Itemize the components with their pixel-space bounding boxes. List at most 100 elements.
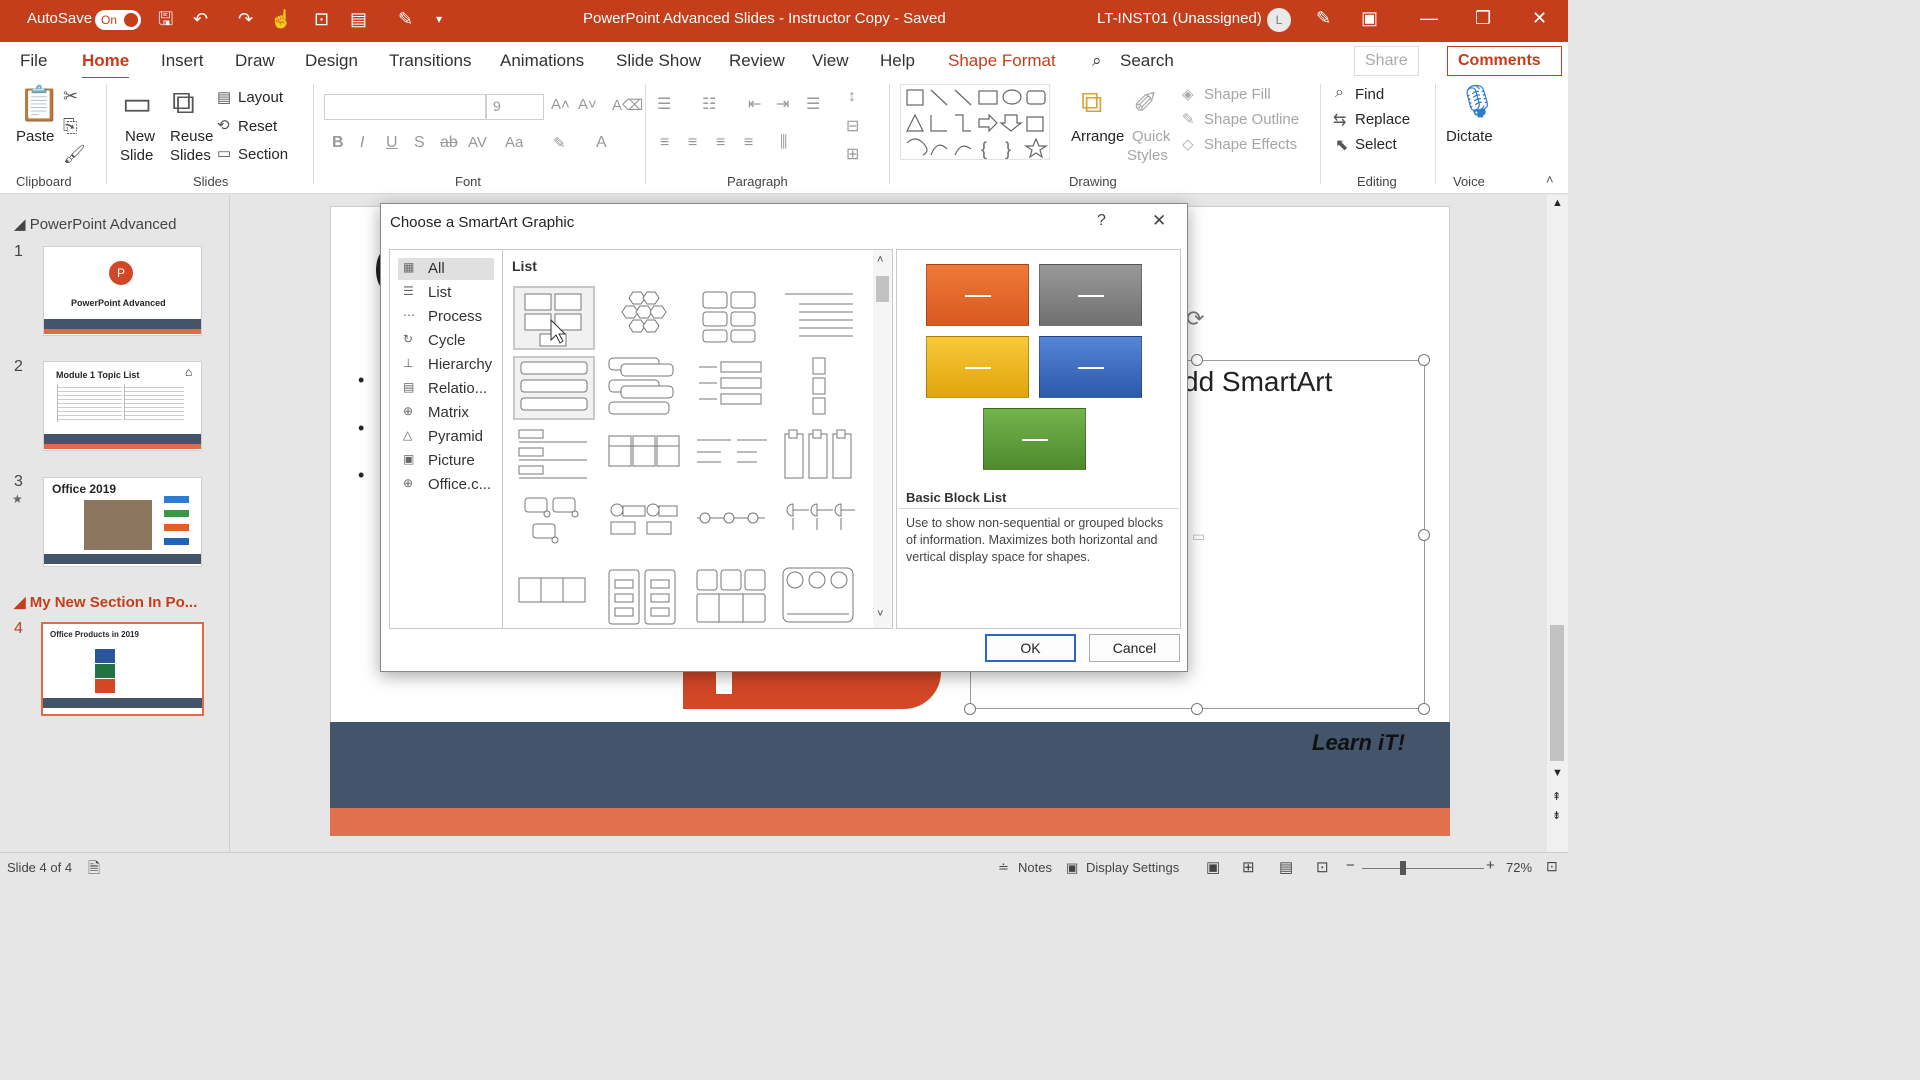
normal-view-icon[interactable]: ▣ — [1206, 858, 1220, 876]
quick-styles-icon[interactable]: ✐ — [1133, 86, 1158, 121]
restore-icon[interactable]: ❐ — [1475, 8, 1491, 29]
shrink-font-icon[interactable]: A˅ — [578, 96, 597, 113]
category-list-item[interactable]: ☰ List — [398, 282, 494, 304]
columns-icon[interactable]: ⫼ — [780, 134, 787, 152]
increase-indent-icon[interactable]: ⇥ — [776, 94, 789, 114]
layout-button[interactable]: Layout — [238, 89, 283, 106]
grow-font-icon[interactable]: A˄ — [551, 96, 570, 113]
gallery-item-square-list[interactable] — [603, 426, 685, 490]
close-icon[interactable]: ✕ — [1152, 211, 1166, 231]
rotate-handle-icon[interactable]: ⟳ — [1186, 306, 1204, 332]
section-button[interactable]: Section — [238, 146, 288, 163]
arrange-button[interactable]: Arrange — [1071, 128, 1124, 145]
shape-outline-button[interactable]: Shape Outline — [1204, 111, 1299, 128]
fit-slide-icon[interactable]: ⊡ — [1546, 858, 1558, 875]
gallery-scroll-up-icon[interactable]: ˄ — [877, 254, 883, 266]
select-button[interactable]: Select — [1355, 136, 1397, 153]
save-icon[interactable]: 🖫 — [158, 8, 173, 30]
insert-smartart-icon[interactable]: ▭ — [1192, 528, 1205, 545]
gallery-item-dot-list[interactable] — [691, 496, 773, 560]
bullets-icon[interactable]: ☰ — [657, 94, 671, 114]
category-relationship[interactable]: ▤ Relatio... — [398, 378, 494, 400]
reading-view-icon[interactable]: ▤ — [1279, 858, 1293, 876]
tab-insert[interactable]: Insert — [161, 51, 204, 71]
tab-help[interactable]: Help — [880, 51, 915, 71]
underline-icon[interactable]: U — [386, 134, 398, 152]
gallery-item-vertical-bullet-list[interactable] — [513, 356, 595, 420]
accessibility-icon[interactable]: 🗎 — [88, 858, 100, 883]
section-header-2[interactable]: ◢ My New Section In Po... — [14, 593, 197, 611]
slideshow-view-icon[interactable]: ⊡ — [1316, 858, 1329, 876]
shadow-icon[interactable]: S — [414, 134, 425, 152]
resize-handle[interactable] — [1418, 703, 1430, 715]
new-slide-label-2[interactable]: Slide — [120, 147, 153, 164]
zoom-in-icon[interactable]: + — [1486, 857, 1495, 874]
bold-icon[interactable]: B — [332, 134, 344, 152]
convert-smartart-icon[interactable]: ⊞ — [846, 144, 859, 164]
quick-styles-label-1[interactable]: Quick — [1132, 128, 1170, 145]
font-size-field[interactable]: 9 — [486, 94, 544, 120]
tab-file[interactable]: File — [20, 51, 47, 71]
gallery-item-tab-list[interactable] — [691, 356, 773, 420]
new-slide-label-1[interactable]: New — [125, 128, 155, 145]
search-box[interactable]: Search — [1120, 51, 1174, 71]
redo-icon[interactable]: ↷ — [238, 8, 253, 30]
gallery-scroll-down-icon[interactable]: ˅ — [877, 608, 883, 620]
paste-button[interactable]: Paste — [16, 128, 54, 145]
section-header-1[interactable]: ◢ PowerPoint Advanced — [14, 215, 176, 233]
gallery-item-table-list[interactable] — [603, 566, 685, 630]
category-cycle[interactable]: ↻ Cycle — [398, 330, 494, 352]
paste-icon[interactable]: 📋 — [18, 84, 60, 124]
touch-mode-icon[interactable]: ☝ — [270, 8, 292, 30]
find-button[interactable]: Find — [1355, 86, 1384, 103]
justify-icon[interactable]: ≡ — [744, 134, 753, 152]
shape-outline-icon[interactable]: ✎ — [1182, 110, 1195, 128]
tab-animations[interactable]: Animations — [500, 51, 584, 71]
gallery-item-basic-block-list[interactable] — [513, 286, 595, 350]
category-pyramid[interactable]: △ Pyramid — [398, 426, 494, 448]
user-name[interactable]: LT-INST01 (Unassigned) — [1097, 10, 1262, 27]
decrease-indent-icon[interactable]: ⇤ — [748, 94, 761, 114]
new-slide-icon[interactable]: ▭ — [122, 84, 152, 122]
reuse-slides-label-1[interactable]: Reuse — [170, 128, 213, 145]
gallery-item-bending-list[interactable] — [603, 496, 685, 560]
zoom-level[interactable]: 72% — [1506, 860, 1532, 875]
tab-transitions[interactable]: Transitions — [389, 51, 472, 71]
next-slide-icon[interactable]: ⇟ — [1552, 809, 1561, 822]
collapse-ribbon-icon[interactable]: ˄ — [1546, 172, 1554, 187]
highlight-icon[interactable]: ✎ — [553, 134, 566, 152]
layout-icon[interactable]: ▤ — [217, 88, 231, 106]
notes-icon[interactable]: ≐ — [998, 860, 1009, 876]
shape-effects-icon[interactable]: ◇ — [1182, 135, 1194, 153]
notes-button[interactable]: Notes — [1018, 860, 1052, 875]
avatar[interactable]: L — [1267, 8, 1291, 32]
resize-handle[interactable] — [1191, 703, 1203, 715]
find-icon[interactable]: ⌕ — [1335, 84, 1344, 102]
tab-design[interactable]: Design — [305, 51, 358, 71]
format-painter-icon[interactable]: 🖌 — [63, 144, 86, 165]
tab-view[interactable]: View — [812, 51, 849, 71]
customize-qa-icon[interactable]: ▾ — [436, 8, 442, 30]
reset-button[interactable]: Reset — [238, 118, 277, 135]
layout-qa-icon[interactable]: ▤ — [350, 8, 367, 30]
pen-tools-icon[interactable]: ✎ — [1316, 8, 1331, 29]
replace-icon[interactable]: ⇆ — [1333, 110, 1346, 130]
strikethrough-icon[interactable]: ab — [440, 134, 458, 152]
gallery-item-lined-list[interactable] — [779, 286, 861, 350]
pen-icon[interactable]: ✎ — [398, 8, 413, 30]
previous-slide-icon[interactable]: ⇞ — [1552, 790, 1561, 803]
placeholder-text[interactable]: dd SmartArt — [1183, 366, 1332, 398]
minimize-icon[interactable]: — — [1420, 8, 1438, 29]
shape-fill-icon[interactable]: ◈ — [1182, 85, 1194, 103]
category-process[interactable]: ⋯ Process — [398, 306, 494, 328]
resize-handle[interactable] — [1191, 354, 1203, 366]
text-direction-icon[interactable]: ↕ — [848, 88, 856, 106]
reuse-slides-icon[interactable]: ⧉ — [172, 84, 195, 122]
italic-icon[interactable]: I — [360, 134, 364, 152]
gallery-item-grouped-list[interactable] — [691, 286, 773, 350]
close-window-icon[interactable]: ✕ — [1532, 8, 1547, 29]
tab-shape-format[interactable]: Shape Format — [948, 51, 1056, 71]
dictate-button[interactable]: Dictate — [1446, 128, 1493, 145]
font-name-field[interactable] — [324, 94, 486, 120]
spacing-icon[interactable]: AV — [468, 134, 487, 151]
